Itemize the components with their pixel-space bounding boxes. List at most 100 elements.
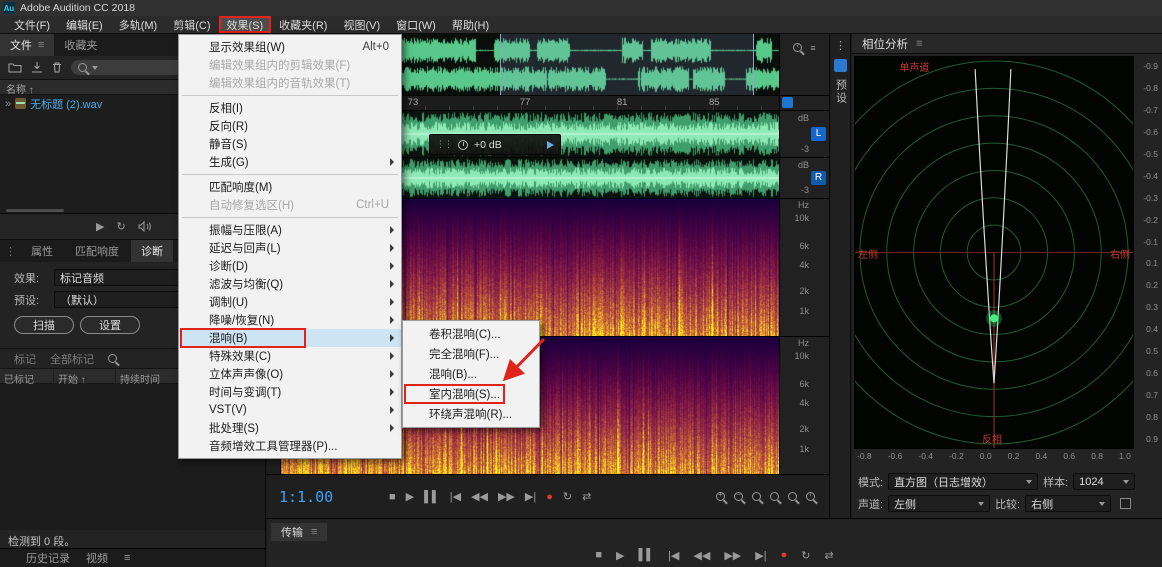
prev-button[interactable]: |◀ <box>668 549 679 562</box>
tab-history[interactable]: 历史记录 <box>26 550 70 566</box>
menubar-item-3[interactable]: 剪辑(C) <box>165 16 218 33</box>
rew-button[interactable]: ◀◀ <box>471 490 488 503</box>
stop-button[interactable]: ■ <box>389 491 396 503</box>
record-button[interactable]: ● <box>781 549 788 562</box>
tab-all-markers[interactable]: 全部标记 <box>50 351 94 367</box>
reverb-submenu-item-4[interactable]: 环绕声混响(R)... <box>403 404 539 424</box>
ffwd-button[interactable]: ▶▶ <box>498 490 515 503</box>
tab-diagnostics[interactable]: 诊断 <box>131 240 173 262</box>
effects-menu-item-24[interactable]: 音频增效工具管理器(P)... <box>179 437 401 455</box>
effects-menu-item-4[interactable]: 反相(I) <box>179 99 401 117</box>
dock-grip-icon[interactable]: ⋮ <box>2 245 19 258</box>
menubar-item-4[interactable]: 效果(S) <box>219 16 272 33</box>
reverb-submenu-item-2[interactable]: 混响(B)... <box>403 364 539 384</box>
swap-button[interactable]: ⇄ <box>824 549 833 562</box>
menubar-item-5[interactable]: 收藏夹(R) <box>271 16 335 33</box>
effects-menu-item-21[interactable]: 时间与变调(T) <box>179 383 401 401</box>
timeline-options-icon[interactable] <box>782 97 793 108</box>
scan-button[interactable]: 扫描 <box>14 316 74 334</box>
file-name[interactable]: 无标题 (2).wav <box>30 96 102 112</box>
ffwd-button[interactable]: ▶▶ <box>724 549 741 562</box>
effects-menu-item-20[interactable]: 立体声声像(O) <box>179 365 401 383</box>
panel-menu-icon[interactable]: ≡ <box>124 552 130 564</box>
effects-menu-item-12[interactable]: 振幅与压限(A) <box>179 221 401 239</box>
phase-option-checkbox[interactable] <box>1120 498 1131 509</box>
effects-menu-item-13[interactable]: 延迟与回声(L) <box>179 239 401 257</box>
dock-menu-icon[interactable]: ⋮ <box>835 39 846 52</box>
panel-menu-icon[interactable]: ≡ <box>916 38 923 50</box>
open-folder-icon[interactable] <box>8 62 22 73</box>
menubar-item-7[interactable]: 窗口(W) <box>388 16 444 33</box>
next-button[interactable]: ▶| <box>755 549 766 562</box>
effects-menu-item-17[interactable]: 降噪/恢复(N) <box>179 311 401 329</box>
hud-gain-value[interactable]: +0 dB <box>474 139 502 151</box>
reverb-submenu-item-1[interactable]: 完全混响(F)... <box>403 344 539 364</box>
compare-select[interactable]: 右侧 <box>1025 495 1111 512</box>
pause-button[interactable]: ▌▌ <box>638 549 654 562</box>
effects-menu-item-7[interactable]: 生成(G) <box>179 153 401 171</box>
gain-hud[interactable]: ⋮⋮ +0 dB <box>429 134 561 155</box>
panel-menu-icon[interactable]: ≡ <box>38 39 44 51</box>
tab-video[interactable]: 视频 <box>86 550 108 566</box>
effects-menu-item-6[interactable]: 静音(S) <box>179 135 401 153</box>
import-file-icon[interactable] <box>31 62 43 73</box>
presets-dock-label[interactable]: 预设 <box>833 79 849 105</box>
samples-select[interactable]: 1024 <box>1073 473 1135 490</box>
right-channel-button[interactable]: R <box>811 171 826 185</box>
loop-button[interactable]: ↻ <box>801 549 810 562</box>
effects-menu-item-23[interactable]: 批处理(S) <box>179 419 401 437</box>
tab-properties[interactable]: 属性 <box>21 240 63 262</box>
trash-icon[interactable] <box>52 62 62 73</box>
effects-menu-item-0[interactable]: 显示效果组(W)Alt+0 <box>179 38 401 56</box>
marker-search-icon[interactable] <box>108 354 117 363</box>
prev-button[interactable]: |◀ <box>450 490 461 503</box>
menubar-item-1[interactable]: 编辑(E) <box>58 16 111 33</box>
channel-select[interactable]: 左侧 <box>888 495 990 512</box>
dock-panel-icon[interactable] <box>834 59 847 72</box>
tab-files[interactable]: 文件 ≡ <box>0 34 54 56</box>
record-button[interactable]: ● <box>546 491 553 503</box>
effects-menu-item-5[interactable]: 反向(R) <box>179 117 401 135</box>
speaker-icon[interactable] <box>138 221 151 232</box>
tab-favorites[interactable]: 收藏夹 <box>54 34 107 56</box>
effects-menu-item-15[interactable]: 滤波与均衡(Q) <box>179 275 401 293</box>
swap-button[interactable]: ⇄ <box>582 490 591 503</box>
play-button[interactable]: ▶ <box>616 549 624 562</box>
menubar-item-8[interactable]: 帮助(H) <box>444 16 497 33</box>
expand-icon[interactable]: » <box>5 98 11 110</box>
effects-menu-item-18[interactable]: 混响(B) <box>179 329 401 347</box>
panel-menu-icon[interactable]: ≡ <box>311 526 317 538</box>
left-channel-button[interactable]: L <box>811 127 826 141</box>
reverb-submenu-item-0[interactable]: 卷积混响(C)... <box>403 324 539 344</box>
menubar-item-2[interactable]: 多轨(M) <box>111 16 166 33</box>
zoom-out-amplitude-icon[interactable] <box>770 492 779 501</box>
menubar-item-6[interactable]: 视图(V) <box>335 16 388 33</box>
selection-region[interactable] <box>500 34 754 95</box>
loop-playback-button[interactable]: ↻ <box>116 220 125 233</box>
mode-select[interactable]: 直方图（日志增效） <box>888 473 1038 490</box>
effects-menu-item-19[interactable]: 特殊效果(C) <box>179 347 401 365</box>
pause-button[interactable]: ▌▌ <box>424 491 440 503</box>
next-button[interactable]: ▶| <box>525 490 536 503</box>
effects-menu-item-16[interactable]: 调制(U) <box>179 293 401 311</box>
panel-menu-icon[interactable]: ≡ <box>810 43 815 53</box>
reverb-submenu-item-3[interactable]: 室内混响(S)... <box>403 384 539 404</box>
stop-button[interactable]: ■ <box>595 549 602 562</box>
effects-menu-item-9[interactable]: 匹配响度(M) <box>179 178 401 196</box>
zoom-in-time-icon[interactable]: + <box>716 492 725 501</box>
zoom-reset-icon[interactable]: ‹ <box>806 492 815 501</box>
effects-menu-item-22[interactable]: VST(V) <box>179 401 401 419</box>
rew-button[interactable]: ◀◀ <box>693 549 710 562</box>
hud-drag-handle-icon[interactable]: ⋮⋮ <box>436 139 452 150</box>
transport-panel-tab[interactable]: 传输 ≡ <box>271 523 327 541</box>
loop-button[interactable]: ↻ <box>563 490 572 503</box>
tab-markers[interactable]: 标记 <box>14 351 36 367</box>
hud-pin-icon[interactable] <box>547 141 554 149</box>
menubar-item-0[interactable]: 文件(F) <box>6 16 58 33</box>
zoom-in-amplitude-icon[interactable] <box>752 492 761 501</box>
effects-menu-item-14[interactable]: 诊断(D) <box>179 257 401 275</box>
preview-play-button[interactable]: ▶ <box>96 220 104 233</box>
tab-match-loudness[interactable]: 匹配响度 <box>65 240 129 262</box>
play-button[interactable]: ▶ <box>406 490 414 503</box>
zoom-out-time-icon[interactable]: − <box>734 492 743 501</box>
